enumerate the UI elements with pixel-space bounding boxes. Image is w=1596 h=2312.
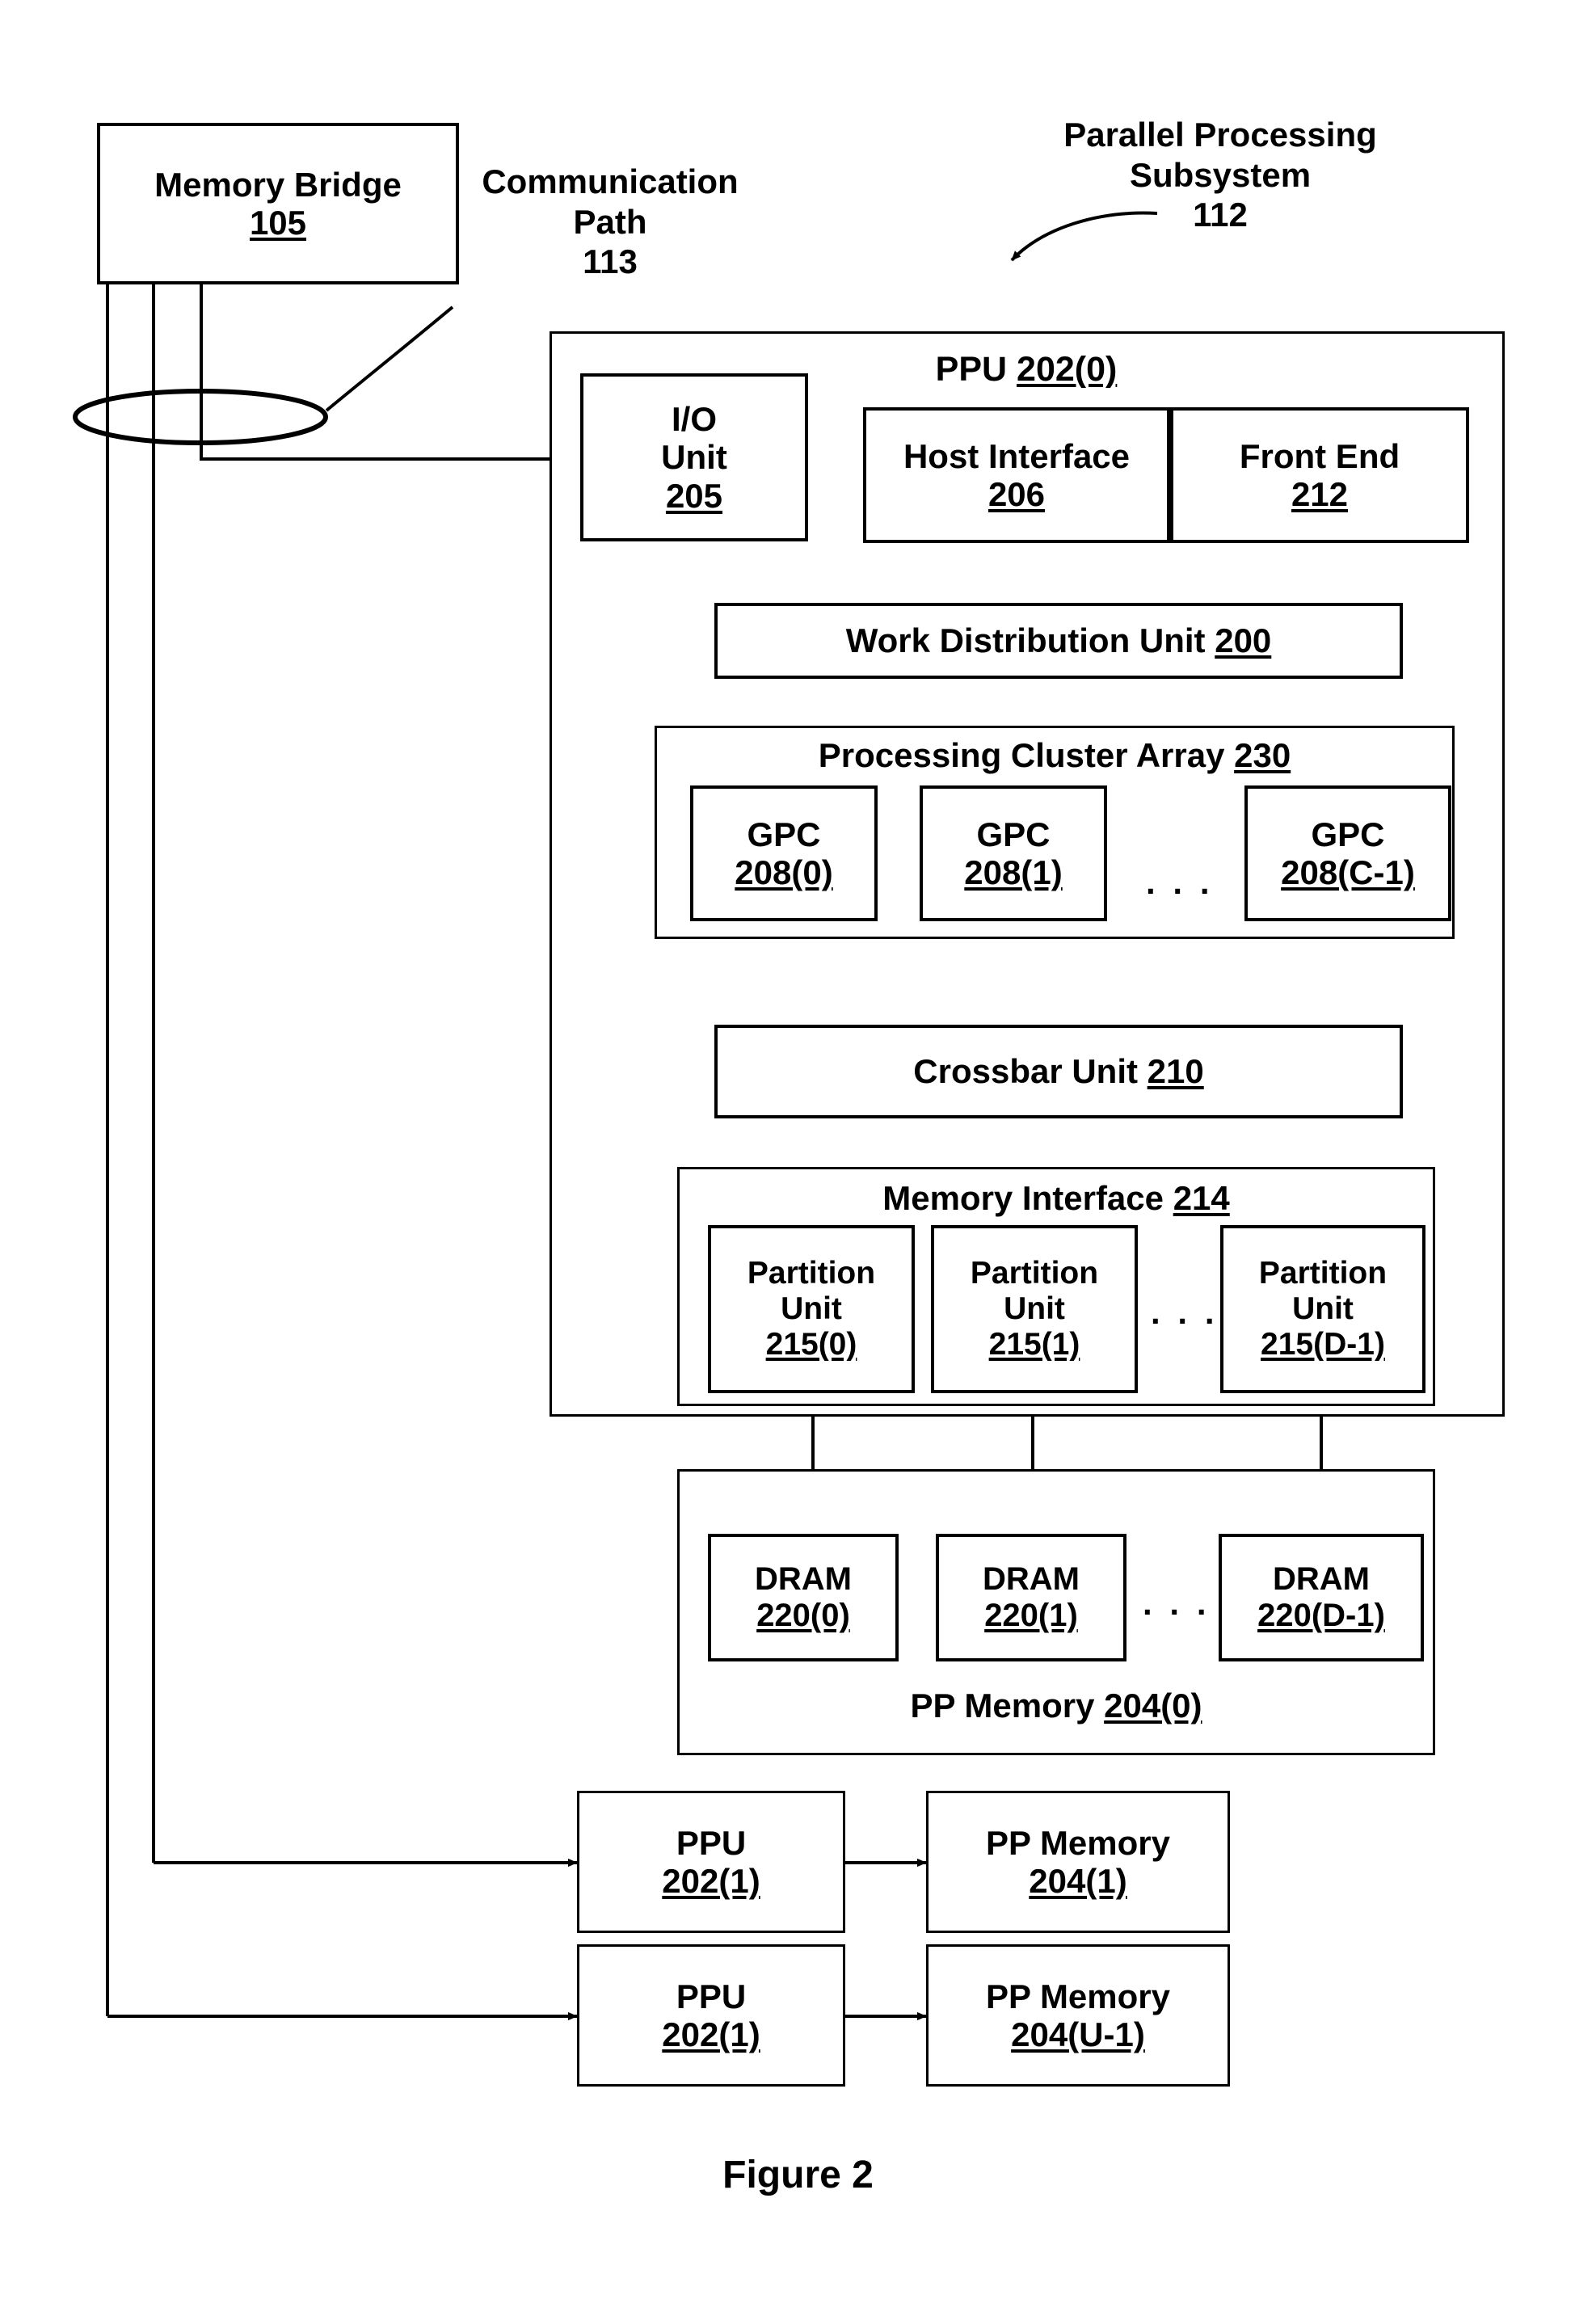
pp-memory-row-2-name: PP Memory	[986, 1977, 1170, 2015]
gpc-ellipsis: . . .	[1146, 863, 1214, 901]
partition-0-line1: Partition	[747, 1256, 876, 1291]
ppu-row-2-box[interactable]: PPU 202(1)	[577, 1944, 845, 2087]
work-distribution-unit-name: Work Distribution Unit	[845, 621, 1215, 660]
pca-title-text: Processing Cluster Array	[818, 736, 1235, 774]
work-distribution-unit-ref: 200	[1215, 621, 1272, 660]
pp-memory-row-1-ref: 204(1)	[1029, 1862, 1127, 1900]
pp-memory-row-2-ref: 204(U-1)	[1011, 2015, 1145, 2053]
ppu-row-1-name: PPU	[676, 1823, 747, 1862]
crossbar-unit-text: Crossbar Unit 210	[913, 1052, 1203, 1090]
ppu-0-title: PPU 202(0)	[857, 349, 1196, 390]
communication-path-ref: 113	[583, 242, 638, 281]
partition-1-line2: Unit	[1004, 1291, 1065, 1327]
dram-box-0[interactable]: DRAM 220(0)	[708, 1534, 899, 1661]
ppu-row-1-ref: 202(1)	[662, 1862, 760, 1900]
partition-2-line2: Unit	[1292, 1291, 1354, 1327]
gpc-box-2[interactable]: GPC 208(C-1)	[1244, 785, 1451, 921]
partition-2-line1: Partition	[1258, 1256, 1388, 1291]
front-end-box[interactable]: Front End 212	[1170, 407, 1469, 543]
figure-caption: Figure 2	[722, 2154, 874, 2196]
gpc-0-name: GPC	[747, 815, 821, 853]
pp-memory-0-title-text: PP Memory	[910, 1687, 1105, 1725]
work-distribution-unit-text: Work Distribution Unit 200	[846, 621, 1272, 659]
dram-box-1[interactable]: DRAM 220(1)	[936, 1534, 1126, 1661]
pp-memory-row-2-box[interactable]: PP Memory 204(U-1)	[926, 1944, 1230, 2087]
pp-memory-0-title-ref: 204(0)	[1104, 1687, 1202, 1725]
communication-path-label: Communication Path 113	[453, 162, 768, 282]
communication-path-line1: Communication	[482, 162, 739, 200]
dram-0-name: DRAM	[755, 1561, 852, 1598]
gpc-1-name: GPC	[976, 815, 1051, 853]
gpc-2-name: GPC	[1311, 815, 1385, 853]
crossbar-unit-box[interactable]: Crossbar Unit 210	[714, 1025, 1403, 1118]
gpc-box-1[interactable]: GPC 208(1)	[920, 785, 1107, 921]
partition-0-line2: Unit	[781, 1291, 842, 1327]
gpc-0-ref: 208(0)	[735, 853, 833, 891]
dram-box-2[interactable]: DRAM 220(D-1)	[1219, 1534, 1424, 1661]
memory-bridge-ref: 105	[249, 204, 307, 242]
front-end-name: Front End	[1239, 436, 1400, 475]
pp-subsystem-line1: Parallel Processing	[1063, 116, 1377, 154]
pp-subsystem-label: Parallel Processing Subsystem 112	[1002, 115, 1438, 235]
pp-subsystem-ref: 112	[1193, 196, 1248, 234]
processing-cluster-array-title: Processing Cluster Array 230	[657, 736, 1452, 774]
front-end-ref: 212	[1291, 475, 1349, 513]
pp-memory-0-title: PP Memory 204(0)	[677, 1686, 1435, 1726]
work-distribution-unit-box[interactable]: Work Distribution Unit 200	[714, 603, 1403, 679]
dram-1-name: DRAM	[983, 1561, 1080, 1598]
dram-ellipsis: . . .	[1143, 1584, 1211, 1622]
io-unit-box[interactable]: I/O Unit 205	[580, 373, 808, 541]
pp-memory-row-1-name: PP Memory	[986, 1823, 1170, 1862]
memory-interface-title-ref: 214	[1173, 1179, 1230, 1217]
partition-1-ref: 215(1)	[988, 1326, 1080, 1362]
ppu-0-title-ref: 202(0)	[1017, 350, 1118, 389]
figure-canvas: Memory Bridge 105 Communication Path 113…	[0, 0, 1596, 2312]
io-unit-line2: Unit	[661, 438, 727, 477]
partition-1-line1: Partition	[970, 1256, 1099, 1291]
gpc-1-ref: 208(1)	[964, 853, 1063, 891]
partition-ellipsis: . . .	[1151, 1293, 1219, 1331]
dram-0-ref: 220(0)	[756, 1598, 850, 1633]
ppu-row-2-name: PPU	[676, 1977, 747, 2015]
dram-2-ref: 220(D-1)	[1257, 1598, 1385, 1633]
partition-0-ref: 215(0)	[765, 1326, 857, 1362]
memory-interface-title: Memory Interface 214	[680, 1179, 1433, 1217]
crossbar-unit-name: Crossbar Unit	[913, 1052, 1148, 1091]
host-interface-name: Host Interface	[903, 436, 1131, 475]
pp-subsystem-line2: Subsystem	[1129, 155, 1312, 194]
communication-path-line2: Path	[573, 202, 647, 241]
memory-interface-title-text: Memory Interface	[882, 1179, 1173, 1217]
partition-unit-box-1[interactable]: Partition Unit 215(1)	[931, 1225, 1138, 1393]
ppu-0-title-prefix: PPU	[935, 350, 1017, 389]
io-unit-ref: 205	[665, 476, 723, 515]
wire-comm-path-leader	[325, 305, 454, 412]
memory-bridge-box[interactable]: Memory Bridge 105	[97, 123, 459, 284]
dram-1-ref: 220(1)	[984, 1598, 1078, 1633]
pp-memory-row-1-box[interactable]: PP Memory 204(1)	[926, 1791, 1230, 1933]
io-unit-line1: I/O	[671, 400, 717, 439]
gpc-box-0[interactable]: GPC 208(0)	[690, 785, 878, 921]
dram-2-name: DRAM	[1273, 1561, 1370, 1598]
ppu-row-2-ref: 202(1)	[662, 2015, 760, 2053]
pca-title-ref: 230	[1234, 736, 1291, 774]
ppu-row-1-box[interactable]: PPU 202(1)	[577, 1791, 845, 1933]
crossbar-unit-ref: 210	[1147, 1052, 1204, 1091]
partition-unit-box-0[interactable]: Partition Unit 215(0)	[708, 1225, 915, 1393]
host-interface-box[interactable]: Host Interface 206	[863, 407, 1170, 543]
host-interface-ref: 206	[987, 475, 1046, 513]
partition-2-ref: 215(D-1)	[1261, 1326, 1385, 1362]
gpc-2-ref: 208(C-1)	[1281, 853, 1415, 891]
memory-bridge-name: Memory Bridge	[154, 165, 402, 204]
partition-unit-box-2[interactable]: Partition Unit 215(D-1)	[1220, 1225, 1425, 1393]
